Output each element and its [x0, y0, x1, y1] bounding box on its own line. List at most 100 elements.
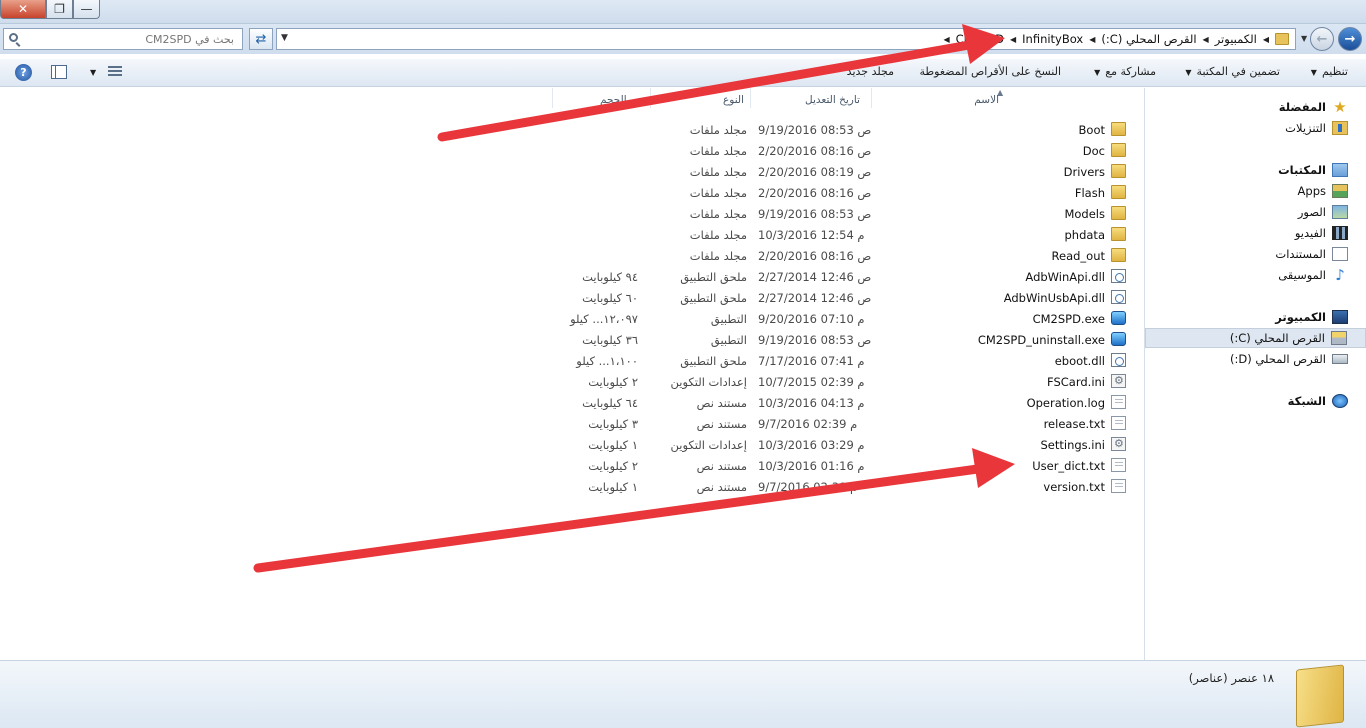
file-type: مجلد ملفات: [689, 207, 747, 221]
nav-item-libraries[interactable]: المكتبات: [1145, 160, 1366, 180]
help-button[interactable]: ?: [15, 64, 32, 81]
chevron-down-icon: ▼: [1310, 68, 1317, 77]
nav-item-computer[interactable]: الكمبيوتر: [1145, 307, 1366, 327]
breadcrumb-separator-icon[interactable]: ◀: [943, 35, 949, 44]
column-divider[interactable]: [552, 88, 553, 108]
file-row[interactable]: release.txt 9/7/2016 02:39 م مستند نص ٣ كيل…: [552, 413, 1132, 434]
file-row[interactable]: Drivers 2/20/2016 08:19 ص مجلد ملفات: [552, 161, 1132, 182]
libraries-icon: [1332, 163, 1348, 177]
file-type: التطبيق: [710, 333, 747, 347]
nav-item-drive-d[interactable]: القرص المحلي (D:): [1145, 349, 1366, 369]
file-date-modified: 7/17/2016 07:41 م: [758, 354, 865, 368]
system-drive-icon: [1331, 331, 1347, 345]
breadcrumb-separator-icon[interactable]: ◀: [1263, 35, 1269, 44]
dll-file-icon: [1111, 353, 1126, 367]
breadcrumb-separator-icon[interactable]: ◀: [1203, 35, 1209, 44]
file-row[interactable]: CM2SPD_uninstall.exe 9/19/2016 08:53 ص الت…: [552, 329, 1132, 350]
column-divider[interactable]: [871, 88, 872, 108]
folder-icon: [1111, 227, 1126, 241]
nav-item-pictures[interactable]: الصور: [1145, 202, 1366, 222]
nav-item-downloads[interactable]: التنزيلات: [1145, 118, 1366, 138]
nav-label: المفضلة: [1278, 100, 1326, 114]
file-row[interactable]: Boot 9/19/2016 08:53 ص مجلد ملفات: [552, 119, 1132, 140]
minimize-button[interactable]: —: [73, 0, 100, 19]
column-divider[interactable]: [650, 88, 651, 108]
address-history-dropdown-icon[interactable]: ▼: [281, 33, 288, 43]
navigation-pane[interactable]: ★ المفضلة التنزيلات المكتبات Apps الصور ا…: [1144, 88, 1366, 660]
file-size: ٢ كيلوبايت: [588, 459, 638, 473]
search-input[interactable]: [34, 31, 234, 47]
nav-item-music[interactable]: ♪ الموسيقى: [1145, 265, 1366, 285]
nav-label: القرص المحلي (C:): [1229, 331, 1325, 345]
file-row[interactable]: phdata 10/3/2016 12:54 م مجلد ملفات: [552, 224, 1132, 245]
music-note-icon: ♪: [1335, 266, 1345, 284]
change-view-icon[interactable]: [108, 66, 122, 78]
nav-item-videos[interactable]: الفيديو: [1145, 223, 1366, 243]
file-row[interactable]: CM2SPD.exe 9/20/2016 07:10 م التطبيق ١٢،٠٩٧…: [552, 308, 1132, 329]
file-type: مجلد ملفات: [689, 249, 747, 263]
file-row[interactable]: version.txt 9/7/2016 02:39 م مستند نص ١ كيل…: [552, 476, 1132, 497]
share-with-button[interactable]: مشاركة مع ▼: [1094, 65, 1156, 78]
new-folder-button[interactable]: مجلد جديد: [847, 65, 894, 78]
file-row[interactable]: FSCard.ini 10/7/2015 02:39 م إعدادات التكو…: [552, 371, 1132, 392]
column-header-date[interactable]: تاريخ التعديل: [805, 94, 860, 106]
maximize-button[interactable]: ❐: [46, 0, 73, 19]
new-folder-label: مجلد جديد: [846, 65, 894, 78]
file-row[interactable]: Flash 2/20/2016 08:16 ص مجلد ملفات: [552, 182, 1132, 203]
file-size: ٦٠ كيلوبايت: [582, 291, 638, 305]
nav-label: القرص المحلي (D:): [1230, 352, 1326, 366]
column-divider[interactable]: [750, 88, 751, 108]
arrow-right-icon: →: [1344, 31, 1356, 47]
recent-pages-dropdown-icon[interactable]: ▼: [1301, 34, 1307, 43]
nav-item-drive-c[interactable]: القرص المحلي (C:): [1145, 328, 1366, 348]
file-row[interactable]: Settings.ini 10/3/2016 03:29 م إعدادات الت…: [552, 434, 1132, 455]
folder-icon: [1111, 248, 1126, 262]
search-icon[interactable]: [9, 33, 18, 42]
nav-item-documents[interactable]: المستندات: [1145, 244, 1366, 264]
file-type: مستند نص: [696, 459, 747, 473]
file-date-modified: 2/20/2016 08:16 ص: [758, 249, 872, 263]
file-row[interactable]: Operation.log 10/3/2016 04:13 م مستند نص ٦٤…: [552, 392, 1132, 413]
nav-item-network[interactable]: الشبكة: [1145, 391, 1366, 411]
refresh-button[interactable]: ⇄: [249, 28, 273, 50]
column-header-type[interactable]: النوع: [723, 94, 744, 106]
forward-button[interactable]: ←: [1310, 27, 1334, 51]
nav-label: الفيديو: [1294, 226, 1326, 240]
column-header-name[interactable]: الاسم: [974, 94, 999, 106]
nav-item-favorites[interactable]: ★ المفضلة: [1145, 97, 1366, 117]
file-row[interactable]: AdbWinUsbApi.dll 2/27/2014 12:46 ص ملحق ال…: [552, 287, 1132, 308]
preview-pane-icon[interactable]: [51, 65, 67, 79]
breadcrumb-separator-icon[interactable]: ◀: [1089, 35, 1095, 44]
file-row[interactable]: AdbWinApi.dll 2/27/2014 12:46 ص ملحق التطب…: [552, 266, 1132, 287]
back-button[interactable]: →: [1338, 27, 1362, 51]
burn-label: النسخ على الأقراص المضغوطة: [919, 65, 1061, 78]
breadcrumb-drive-c[interactable]: القرص المحلي (C:): [1101, 32, 1196, 46]
window-controls: ✕ ❐ —: [0, 0, 100, 19]
command-bar: ? ▼ تنظيم▼ تضمين في المكتبة▼ مشاركة مع▼ …: [0, 59, 1366, 87]
address-bar[interactable]: ▼ ◀ الكمبيوتر ◀ القرص المحلي (C:) ◀ Infi…: [276, 28, 1296, 50]
file-row[interactable]: eboot.dll 7/17/2016 07:41 م ملحق التطبيق ١،…: [552, 350, 1132, 371]
nav-label: المستندات: [1275, 247, 1326, 261]
file-row[interactable]: User_dict.txt 10/3/2016 01:16 م مستند نص ٢ …: [552, 455, 1132, 476]
file-row[interactable]: Models 9/19/2016 08:53 ص مجلد ملفات: [552, 203, 1132, 224]
breadcrumb-separator-icon[interactable]: ◀: [1010, 35, 1016, 44]
file-type: مستند نص: [696, 417, 747, 431]
file-row[interactable]: Doc 2/20/2016 08:16 ص مجلد ملفات: [552, 140, 1132, 161]
file-row[interactable]: Read_out 2/20/2016 08:16 ص مجلد ملفات: [552, 245, 1132, 266]
file-name: Doc: [1082, 144, 1105, 158]
breadcrumb-infinitybox[interactable]: InfinityBox: [1022, 32, 1083, 46]
nav-item-apps[interactable]: Apps: [1145, 181, 1366, 201]
search-box[interactable]: [3, 28, 243, 50]
nav-label: المكتبات: [1278, 163, 1326, 177]
burn-button[interactable]: النسخ على الأقراص المضغوطة: [920, 65, 1061, 78]
breadcrumb-cm2spd[interactable]: CM2SPD: [956, 32, 1004, 46]
column-header-size[interactable]: الحجم: [600, 94, 627, 106]
file-name: Drivers: [1063, 165, 1105, 179]
close-button[interactable]: ✕: [0, 0, 46, 19]
file-type: إعدادات التكوين: [670, 375, 747, 389]
include-in-library-button[interactable]: تضمين في المكتبة ▼: [1185, 65, 1280, 78]
file-list[interactable]: ▲ الاسم تاريخ التعديل النوع الحجم Boot 9/…: [0, 88, 1144, 660]
view-dropdown-icon[interactable]: ▼: [90, 68, 96, 77]
breadcrumb-computer[interactable]: الكمبيوتر: [1215, 32, 1257, 46]
organize-button[interactable]: تنظيم ▼: [1311, 65, 1348, 78]
